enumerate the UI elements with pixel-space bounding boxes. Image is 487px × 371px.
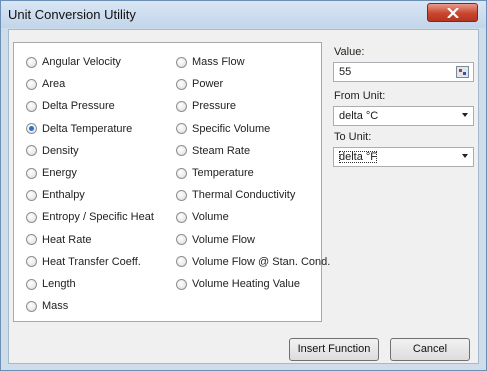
radio-area[interactable]: Area: [26, 78, 65, 90]
radio-label: Volume Flow: [192, 233, 255, 246]
to-unit-select[interactable]: delta °F: [333, 147, 474, 167]
radio-temperature[interactable]: Temperature: [176, 167, 254, 179]
radio-delta-pressure[interactable]: Delta Pressure: [26, 100, 115, 112]
radio-volume-flow[interactable]: Volume Flow: [176, 234, 255, 246]
radio-label: Thermal Conductivity: [192, 189, 296, 202]
radio-circle-icon[interactable]: [26, 100, 37, 112]
radio-label: Power: [192, 78, 224, 91]
title-bar[interactable]: Unit Conversion Utility: [1, 1, 486, 28]
radio-label: Heat Rate: [42, 233, 92, 246]
cancel-button[interactable]: Cancel: [390, 338, 470, 361]
radio-mass-flow[interactable]: Mass Flow: [176, 56, 245, 68]
radio-circle-icon[interactable]: [26, 78, 37, 90]
radio-energy[interactable]: Energy: [26, 167, 77, 179]
radio-circle-icon[interactable]: [176, 278, 187, 290]
radio-circle-icon[interactable]: [176, 167, 187, 179]
radio-pressure[interactable]: Pressure: [176, 100, 236, 112]
radio-circle-icon[interactable]: [26, 123, 37, 135]
to-unit-label: To Unit:: [334, 131, 372, 143]
value-label: Value:: [334, 46, 365, 58]
radio-label: Pressure: [192, 100, 237, 113]
radio-label: Mass: [42, 300, 69, 313]
value-text: 55: [339, 66, 352, 78]
radio-label: Angular Velocity: [42, 56, 121, 68]
radio-label: Density: [42, 144, 79, 157]
radio-label: Temperature: [192, 167, 254, 179]
radio-circle-icon[interactable]: [26, 167, 37, 179]
radio-label: Specific Volume: [192, 122, 271, 135]
radio-length[interactable]: Length: [26, 278, 76, 290]
radio-label: Mass Flow: [192, 56, 245, 68]
value-input[interactable]: 55: [333, 62, 474, 82]
radio-circle-icon[interactable]: [26, 56, 37, 68]
from-unit-value: delta °C: [339, 110, 379, 122]
category-group: Angular Velocity Area Delta Pressure Delta …: [13, 42, 330, 322]
radio-circle-icon[interactable]: [176, 256, 187, 268]
chevron-down-icon[interactable]: [462, 154, 468, 158]
radio-circle-icon[interactable]: [26, 189, 37, 201]
calculator-icon[interactable]: [456, 66, 469, 78]
radio-label: Area: [42, 78, 66, 91]
radio-volume[interactable]: Volume: [176, 211, 229, 223]
radio-circle-icon[interactable]: [26, 145, 37, 157]
from-unit-label: From Unit:: [334, 90, 386, 102]
radio-label: Volume Heating Value: [192, 278, 301, 290]
radio-circle-icon[interactable]: [26, 211, 37, 223]
radio-circle-icon[interactable]: [26, 234, 37, 246]
radio-delta-temperature[interactable]: Delta Temperature: [26, 123, 132, 135]
radio-label: Delta Temperature: [42, 122, 133, 135]
radio-angular-velocity[interactable]: Angular Velocity: [26, 56, 121, 68]
window-title: Unit Conversion Utility: [8, 7, 136, 22]
radio-circle-icon[interactable]: [176, 56, 187, 68]
radio-circle-icon[interactable]: [176, 100, 187, 112]
radio-circle-icon[interactable]: [176, 211, 187, 223]
radio-circle-icon[interactable]: [176, 189, 187, 201]
radio-circle-icon[interactable]: [176, 145, 187, 157]
radio-label: Length: [42, 278, 76, 290]
close-button[interactable]: [427, 3, 478, 22]
to-unit-value: delta °F: [339, 151, 378, 163]
radio-power[interactable]: Power: [176, 78, 223, 90]
from-unit-select[interactable]: delta °C: [333, 106, 474, 126]
radio-volume-heating-value[interactable]: Volume Heating Value: [176, 278, 300, 290]
radio-entropy-specific-heat[interactable]: Entropy / Specific Heat: [26, 211, 154, 223]
radio-circle-icon[interactable]: [26, 278, 37, 290]
radio-circle-icon[interactable]: [176, 78, 187, 90]
radio-label: Volume Flow @ Stan. Cond.: [192, 255, 331, 268]
radio-circle-icon[interactable]: [176, 234, 187, 246]
radio-mass[interactable]: Mass: [26, 300, 68, 312]
radio-steam-rate[interactable]: Steam Rate: [176, 145, 250, 157]
radio-heat-transfer-coeff[interactable]: Heat Transfer Coeff.: [26, 256, 141, 268]
radio-label: Enthalpy: [42, 189, 85, 202]
radio-thermal-conductivity[interactable]: Thermal Conductivity: [176, 189, 295, 201]
close-icon: [447, 8, 459, 18]
radio-label: Heat Transfer Coeff.: [42, 255, 141, 268]
radio-label: Energy: [42, 167, 77, 179]
radio-circle-icon[interactable]: [26, 256, 37, 268]
radio-heat-rate[interactable]: Heat Rate: [26, 234, 92, 246]
chevron-down-icon[interactable]: [462, 113, 468, 117]
radio-label: Volume: [192, 211, 229, 224]
radio-label: Steam Rate: [192, 144, 251, 157]
radio-circle-icon[interactable]: [26, 300, 37, 312]
radio-specific-volume[interactable]: Specific Volume: [176, 123, 270, 135]
insert-function-button[interactable]: Insert Function: [289, 338, 379, 361]
radio-volume-flow-stan-cond[interactable]: Volume Flow @ Stan. Cond.: [176, 256, 330, 268]
radio-enthalpy[interactable]: Enthalpy: [26, 189, 85, 201]
radio-density[interactable]: Density: [26, 145, 79, 157]
radio-label: Delta Pressure: [42, 100, 115, 113]
radio-label: Entropy / Specific Heat: [42, 211, 154, 224]
radio-circle-icon[interactable]: [176, 123, 187, 135]
